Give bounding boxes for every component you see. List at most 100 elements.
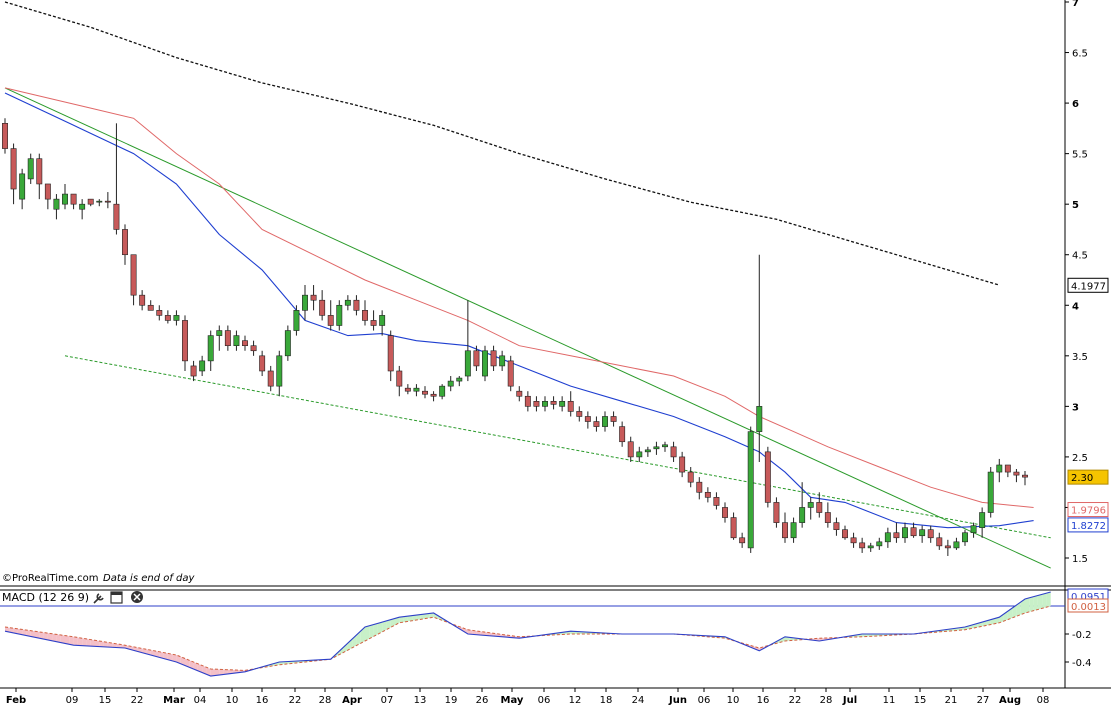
- candle: [764, 446, 771, 508]
- ma-long-value-label: 4.1977: [1071, 281, 1106, 292]
- candle-body: [559, 401, 566, 407]
- candle-body: [336, 304, 343, 326]
- candle-body: [447, 380, 454, 387]
- macd-histogram-fill: [99, 641, 104, 647]
- candle: [387, 330, 394, 382]
- candle: [439, 384, 446, 400]
- candle-body: [293, 310, 300, 331]
- candle: [653, 441, 660, 455]
- wrench-icon[interactable]: [93, 593, 104, 604]
- candle: [773, 497, 780, 528]
- candle: [807, 497, 814, 520]
- macd-histogram-fill: [377, 622, 383, 635]
- macd-histogram-fill: [1033, 595, 1038, 611]
- macd-title: MACD (12 26 9): [2, 591, 89, 604]
- candle: [1004, 464, 1011, 478]
- time-tick-label: 22: [789, 695, 802, 706]
- candle-body: [430, 393, 437, 397]
- candle: [567, 391, 574, 417]
- candle-body: [824, 512, 831, 523]
- candle-body: [456, 377, 463, 382]
- candle-body: [404, 387, 411, 392]
- candle-body: [164, 315, 171, 321]
- candle: [430, 391, 437, 402]
- price-panel: 1.522.533.544.555.566.574.19772.301.9796…: [0, 0, 1111, 688]
- candle-body: [96, 200, 103, 203]
- candle-body: [859, 542, 866, 549]
- price-tick-label: 4: [1072, 301, 1079, 312]
- macd-line: [4, 591, 1051, 677]
- candle: [610, 411, 617, 427]
- candle: [593, 416, 600, 432]
- time-tick-label: 21: [945, 695, 958, 706]
- price-tick-label: 6: [1072, 99, 1079, 110]
- candle: [670, 441, 677, 462]
- time-tick-label: Aug: [999, 695, 1021, 706]
- candle-body: [199, 360, 206, 372]
- candle: [19, 168, 26, 210]
- macd-tick-label: -0.4: [1072, 658, 1092, 669]
- time-tick-label: May: [501, 695, 524, 706]
- candle: [164, 310, 171, 324]
- candle: [884, 527, 891, 548]
- candle: [576, 406, 583, 422]
- candle-body: [584, 416, 591, 422]
- candle-body: [344, 299, 351, 306]
- close-icon[interactable]: [131, 591, 143, 603]
- candle-body: [979, 512, 986, 528]
- candle-body: [53, 198, 60, 210]
- candle-body: [679, 456, 686, 473]
- time-tick-label: Jul: [842, 695, 857, 706]
- candle-body: [173, 315, 180, 321]
- candle-body: [379, 315, 386, 326]
- candle-body: [876, 541, 883, 547]
- data-note-text: Data is end of day: [103, 573, 196, 584]
- candle-body: [250, 345, 257, 352]
- time-tick-label: 24: [632, 695, 645, 706]
- candle: [490, 345, 497, 371]
- candle: [242, 335, 248, 351]
- candle-body: [370, 320, 377, 326]
- candle-body: [216, 330, 223, 336]
- candle: [970, 522, 977, 538]
- time-tick-label: 12: [569, 695, 582, 706]
- macd-histogram-fill: [369, 624, 374, 639]
- time-tick-label: 06: [538, 695, 551, 706]
- macd-signal-line: [4, 605, 1051, 671]
- candle: [687, 467, 694, 488]
- candle-body: [833, 522, 840, 530]
- candle-body: [79, 203, 86, 210]
- candle-body: [396, 370, 403, 387]
- candle-body: [610, 416, 617, 422]
- candle: [499, 350, 506, 371]
- candle: [44, 183, 51, 210]
- candle-body: [507, 360, 514, 387]
- candle: [87, 198, 94, 207]
- candle-body: [422, 390, 428, 395]
- candle: [464, 300, 471, 382]
- candle-body: [413, 387, 420, 392]
- candle: [27, 153, 34, 184]
- candle-body: [850, 537, 857, 544]
- time-tick-label: 28: [319, 695, 332, 706]
- candle-body: [233, 335, 240, 347]
- candle-body: [884, 532, 891, 543]
- candle-body: [44, 183, 51, 200]
- candle: [636, 446, 643, 462]
- candle: [619, 421, 626, 447]
- candle: [662, 441, 668, 452]
- candle: [456, 376, 463, 387]
- candle-body: [799, 507, 806, 523]
- candle: [36, 153, 43, 200]
- candle-body: [2, 123, 8, 149]
- ma-fast-value-label: 1.8272: [1071, 521, 1106, 532]
- time-tick-label: 07: [381, 695, 394, 706]
- candle-body: [190, 365, 197, 377]
- candle: [584, 411, 591, 429]
- candle: [782, 512, 788, 543]
- candle: [224, 325, 231, 351]
- candle-body: [327, 315, 334, 326]
- candle-body: [533, 401, 540, 407]
- time-tick-label: 27: [977, 695, 990, 706]
- window-icon[interactable]: [110, 591, 123, 604]
